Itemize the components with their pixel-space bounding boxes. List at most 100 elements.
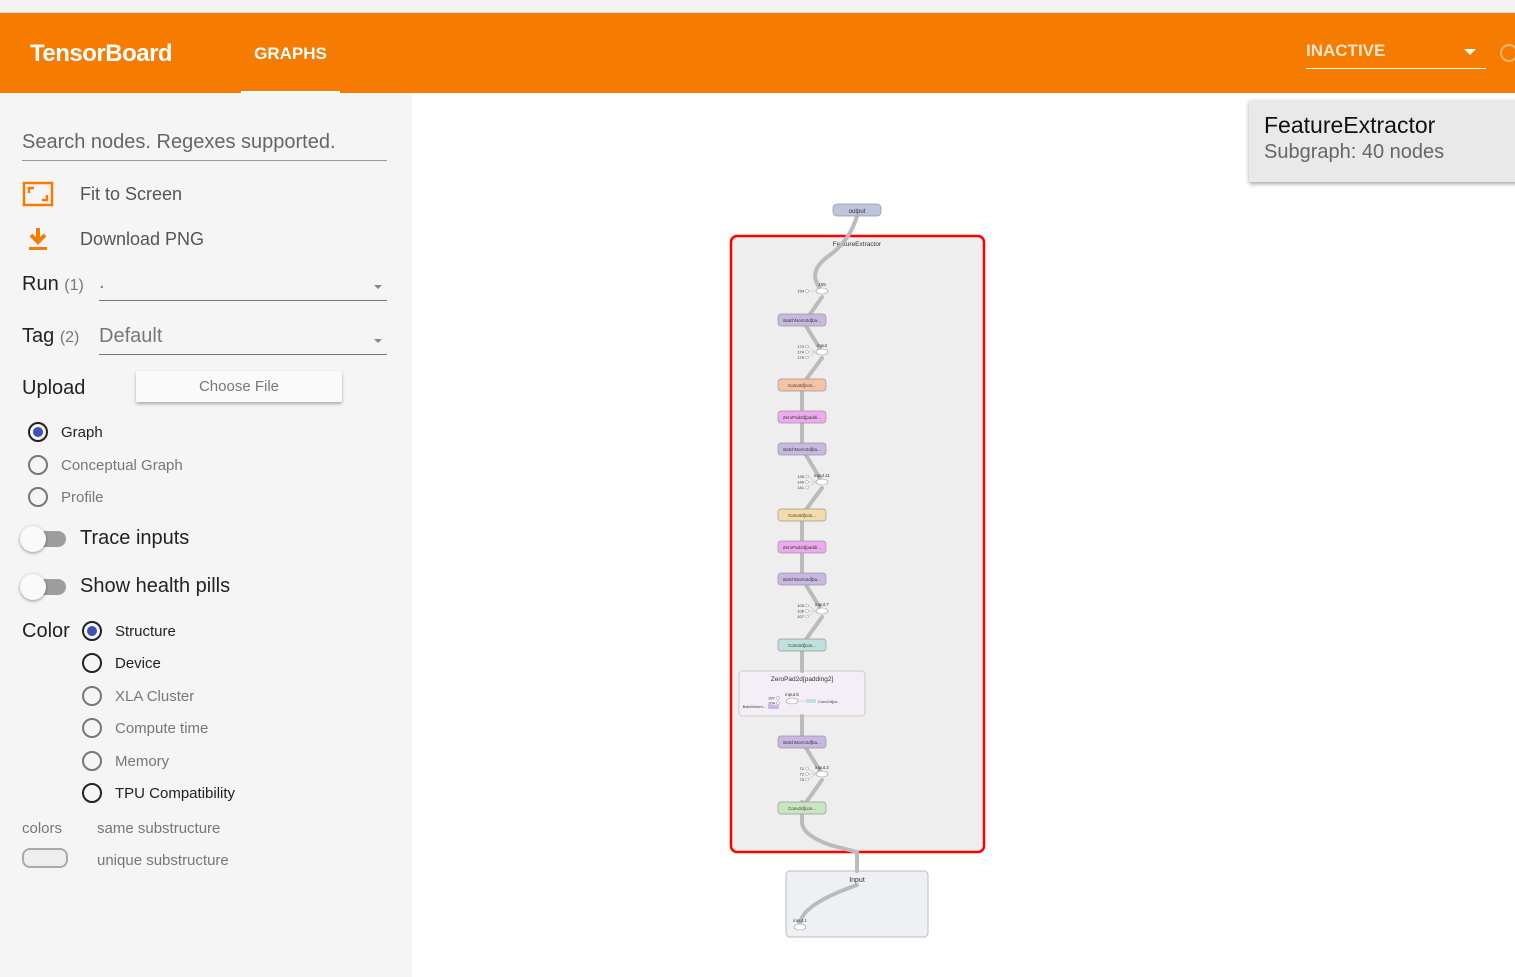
op-label: input.11 [814,473,830,478]
group-feature-extractor[interactable] [729,234,986,854]
op-node[interactable] [815,348,829,356]
op-label: input.3 [815,765,829,770]
node-label[interactable]: BatchNorm... [743,704,766,709]
radio-graph[interactable]: Graph [28,422,103,442]
app-header: TensorBoard GRAPHS INACTIVE [0,13,1515,93]
op-label: input.7 [815,602,829,607]
legend-colors-label: colors [22,820,63,837]
node-label[interactable]: Conv2d[con... [788,643,816,648]
toggle-label: Trace inputs [80,527,190,549]
run-value: . [99,271,105,293]
tab-graphs[interactable]: GRAPHS [241,13,340,93]
health-pills-toggle[interactable]: Show health pills [20,573,231,600]
run-dropdown[interactable]: . [99,271,387,301]
node-label[interactable]: BatchNorm2d[ba... [783,740,821,745]
node-label[interactable]: BatchNorm2d[ba... [783,447,821,452]
color-structure[interactable]: Structure [82,621,176,641]
download-label: Download PNG [80,228,205,249]
caret-down-icon [374,285,382,289]
upload-label: Upload [22,377,86,399]
group-label[interactable]: ZeroPad2d[padding2] [771,676,834,683]
tag-count: (2) [59,329,80,346]
choose-file-button[interactable]: Choose File [136,371,342,402]
radio-label: Compute time [115,719,209,737]
op-node[interactable] [815,607,829,615]
op-label: input.1 [793,918,807,923]
run-label-text: Run [22,273,59,295]
color-memory[interactable]: Memory [82,751,169,771]
radio-label: Graph [61,423,103,441]
tag-value: Default [99,325,163,347]
run-status-label: INACTIVE [1306,41,1386,60]
const-label: 139 [797,474,804,479]
const-label: 175 [797,355,804,360]
const-node[interactable] [776,701,780,705]
caret-down-icon [374,339,382,343]
op-node[interactable] [815,478,829,486]
node-label[interactable]: Conv2d[con... [788,806,816,811]
node-label[interactable]: BatchNorm2d[ba... [783,577,821,582]
radio-label: Structure [115,622,176,640]
op-node[interactable] [785,697,799,705]
legend-unique-swatch [22,848,68,868]
tag-dropdown[interactable]: Default [99,325,387,355]
op-node[interactable] [815,287,829,295]
color-device[interactable]: Device [82,653,161,673]
const-label: 173 [797,344,804,349]
color-xla-cluster[interactable]: XLA Cluster [82,686,194,706]
run-status-dropdown[interactable]: INACTIVE [1306,41,1486,69]
fit-to-screen-button[interactable]: Fit to Screen [22,181,182,207]
node-label[interactable]: Conv2d[con... [788,383,816,388]
op-label: input.5 [785,692,799,697]
tag-label-text: Tag [22,325,55,347]
legend-unique: unique substructure [97,852,229,869]
node-label[interactable]: Conv2d[co... [818,699,840,704]
node-info-card: FeatureExtractor Subgraph: 40 nodes [1249,100,1515,182]
reload-icon[interactable] [1500,44,1515,62]
op-node[interactable] [815,770,829,778]
node-label[interactable]: output [849,209,866,215]
node-label[interactable]: BatchNorm2d[ba... [783,318,821,323]
legend-same: same substructure [97,820,221,837]
const-label: 140 [797,480,804,485]
const-label: 107 [797,614,804,619]
const-node[interactable] [776,696,780,700]
group-label[interactable]: Input [849,877,865,884]
radio-label: Memory [115,752,170,770]
node-label[interactable]: ZeroPad2d[paddi... [783,415,821,420]
const-label: 72 [800,772,805,777]
const-label: 71 [800,766,805,771]
const-label: 154 [797,289,804,294]
radio-label: Profile [61,488,104,506]
color-compute-time[interactable]: Compute time [82,718,208,738]
const-label: 174 [797,350,804,355]
download-png-button[interactable]: Download PNG [22,226,204,252]
graph-node[interactable] [768,705,779,709]
const-label: 106 [797,609,804,614]
fit-screen-icon [22,181,54,207]
radio-label: Device [115,654,161,672]
color-label: Color [22,620,70,642]
info-title: FeatureExtractor [1264,112,1436,138]
color-tpu[interactable]: TPU Compatibility [82,783,235,803]
const-label: 204 [768,701,775,706]
caret-down-icon [1464,49,1476,55]
node-label[interactable]: ZeroPad2d[paddi... [783,545,821,550]
node-label[interactable]: Conv2d[con... [788,513,816,518]
search-input[interactable]: Search nodes. Regexes supported. [22,129,387,161]
graph-canvas[interactable]: FeatureExtractor Input ZeroPad2d[padding2]… [412,93,1515,977]
trace-inputs-toggle[interactable]: Trace inputs [20,525,190,552]
toggle-label: Show health pills [80,575,231,597]
radio-conceptual-graph[interactable]: Conceptual Graph [28,455,183,475]
op-node-input[interactable] [793,923,807,931]
radio-label: TPU Compatibility [115,784,236,802]
tag-label: Tag (2) [22,325,79,348]
radio-label: Conceptual Graph [61,456,183,474]
const-label: 105 [797,603,804,608]
info-subtitle: Subgraph: 40 nodes [1264,141,1445,163]
op-label: 155 [818,282,826,287]
run-label: Run (1) [22,273,84,296]
const-label: 73 [800,777,805,782]
graph-node[interactable] [806,699,816,703]
radio-profile[interactable]: Profile [28,487,104,507]
